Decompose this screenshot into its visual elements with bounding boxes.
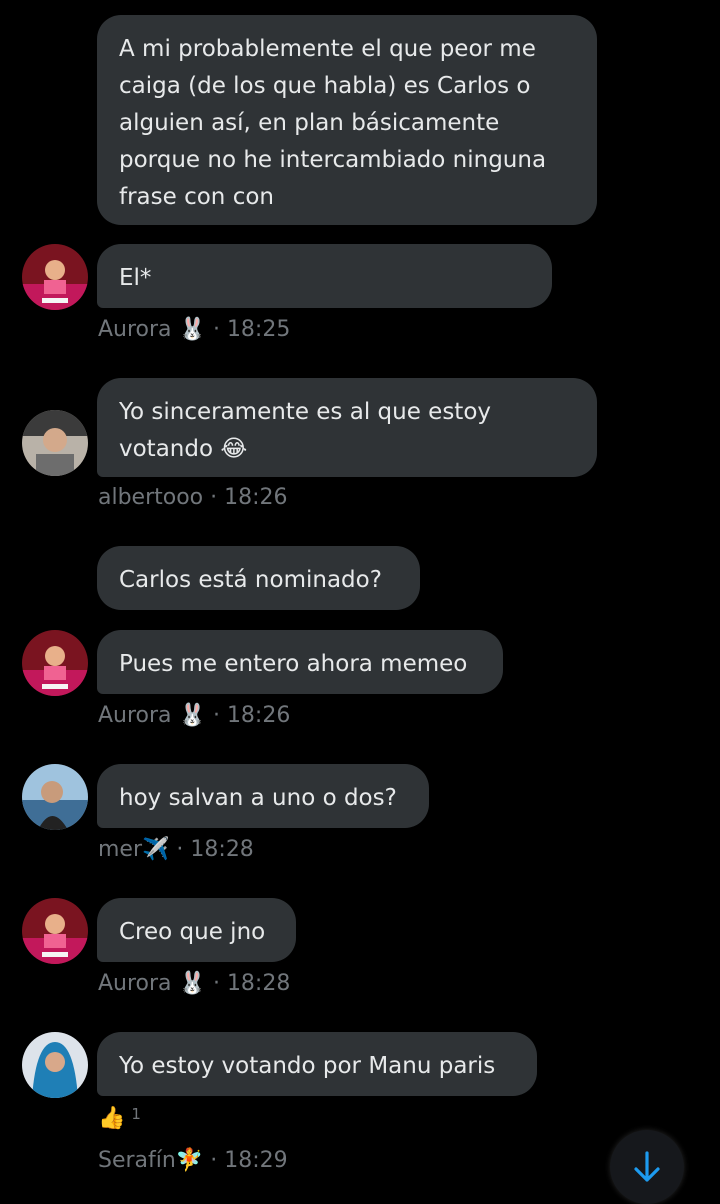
message-bubble[interactable]: A mi probablemente el que peor me caiga … bbox=[97, 15, 597, 225]
avatar-serafin[interactable] bbox=[22, 1032, 88, 1098]
sender-emoji: 🐰 bbox=[178, 703, 206, 728]
avatar-image bbox=[22, 1032, 88, 1098]
message-meta: albertooo · 18:26 bbox=[98, 484, 288, 512]
reaction[interactable]: 👍 1 bbox=[98, 1105, 141, 1131]
avatar-image bbox=[22, 410, 88, 476]
sender-name[interactable]: albertooo bbox=[98, 485, 203, 510]
sender-emoji: 🐰 bbox=[178, 317, 206, 342]
message-bubble[interactable]: Yo estoy votando por Manu paris bbox=[97, 1032, 537, 1096]
sender-name[interactable]: Aurora bbox=[98, 317, 172, 342]
message-meta: Aurora 🐰 · 18:26 bbox=[98, 702, 290, 730]
avatar-mer[interactable] bbox=[22, 764, 88, 830]
avatar-albertooo[interactable] bbox=[22, 410, 88, 476]
thumbs-up-icon: 👍 bbox=[98, 1106, 126, 1131]
reaction-count: 1 bbox=[131, 1105, 141, 1123]
scroll-to-bottom-button[interactable] bbox=[610, 1130, 684, 1204]
message-meta: mer✈️ · 18:28 bbox=[98, 836, 254, 864]
sender-emoji: ✈️ bbox=[142, 837, 170, 862]
timestamp: · 18:26 bbox=[212, 703, 291, 728]
avatar-aurora[interactable] bbox=[22, 630, 88, 696]
message-bubble[interactable]: El* bbox=[97, 244, 552, 308]
sender-name[interactable]: mer bbox=[98, 837, 142, 862]
sender-name[interactable]: Serafín bbox=[98, 1148, 176, 1173]
message-bubble[interactable]: hoy salvan a uno o dos? bbox=[97, 764, 429, 828]
avatar-image bbox=[22, 764, 88, 830]
timestamp: · 18:28 bbox=[176, 837, 254, 862]
sender-emoji: 🧚 bbox=[175, 1148, 204, 1173]
message-meta: Serafín🧚 · 18:29 bbox=[98, 1147, 288, 1175]
avatar-image bbox=[22, 244, 88, 310]
message-bubble[interactable]: Yo sinceramente es al que estoy votando … bbox=[97, 378, 597, 477]
message-meta: Aurora 🐰 · 18:28 bbox=[98, 970, 290, 998]
sender-name[interactable]: Aurora bbox=[98, 703, 172, 728]
avatar-aurora[interactable] bbox=[22, 898, 88, 964]
sender-emoji: 🐰 bbox=[178, 971, 206, 996]
timestamp: · 18:29 bbox=[210, 1148, 288, 1173]
timestamp: · 18:26 bbox=[210, 485, 288, 510]
avatar-aurora[interactable] bbox=[22, 244, 88, 310]
timestamp: · 18:25 bbox=[212, 317, 291, 342]
sender-name[interactable]: Aurora bbox=[98, 971, 172, 996]
message-bubble[interactable]: Creo que jno bbox=[97, 898, 296, 962]
message-bubble[interactable]: Pues me entero ahora memeo bbox=[97, 630, 503, 694]
message-bubble[interactable]: Carlos está nominado? bbox=[97, 546, 420, 610]
message-meta: Aurora 🐰 · 18:25 bbox=[98, 316, 290, 344]
avatar-image bbox=[22, 898, 88, 964]
arrow-down-icon bbox=[634, 1151, 660, 1182]
avatar-image bbox=[22, 630, 88, 696]
timestamp: · 18:28 bbox=[212, 971, 291, 996]
